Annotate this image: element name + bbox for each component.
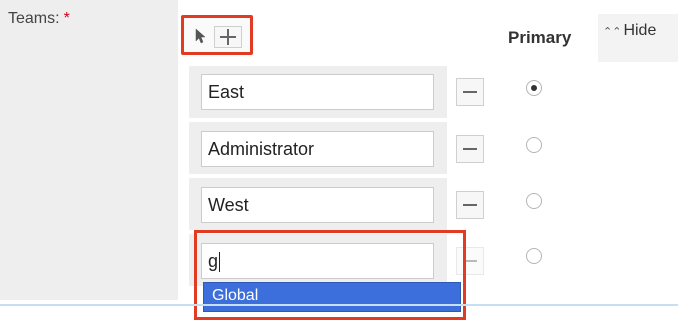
field-label-panel	[0, 0, 178, 300]
primary-radio[interactable]	[526, 80, 542, 96]
hide-toggle[interactable]: ⌃⌃ Hide	[603, 22, 656, 40]
primary-radio[interactable]	[526, 137, 542, 153]
remove-team-button[interactable]	[456, 191, 484, 219]
hide-label: Hide	[623, 22, 657, 39]
primary-radio[interactable]	[526, 193, 542, 209]
teams-label-text: Teams:	[8, 10, 60, 27]
primary-column-header: Primary	[508, 28, 572, 47]
remove-team-button[interactable]	[456, 135, 484, 163]
teams-toolbar	[181, 15, 253, 55]
team-name-input[interactable]: East	[201, 74, 434, 110]
team-name-input[interactable]: West	[201, 187, 434, 223]
section-divider	[0, 304, 678, 306]
remove-team-button[interactable]	[456, 78, 484, 106]
team-name-input[interactable]: Administrator	[201, 131, 434, 167]
highlight-frame	[194, 230, 466, 320]
double-chevron-up-icon: ⌃⌃	[603, 26, 622, 38]
required-asterisk: *	[63, 10, 70, 27]
cursor-arrow-icon[interactable]	[191, 26, 211, 46]
add-team-button[interactable]	[214, 26, 242, 48]
teams-label: Teams: *	[8, 10, 70, 28]
primary-radio[interactable]	[526, 248, 542, 264]
